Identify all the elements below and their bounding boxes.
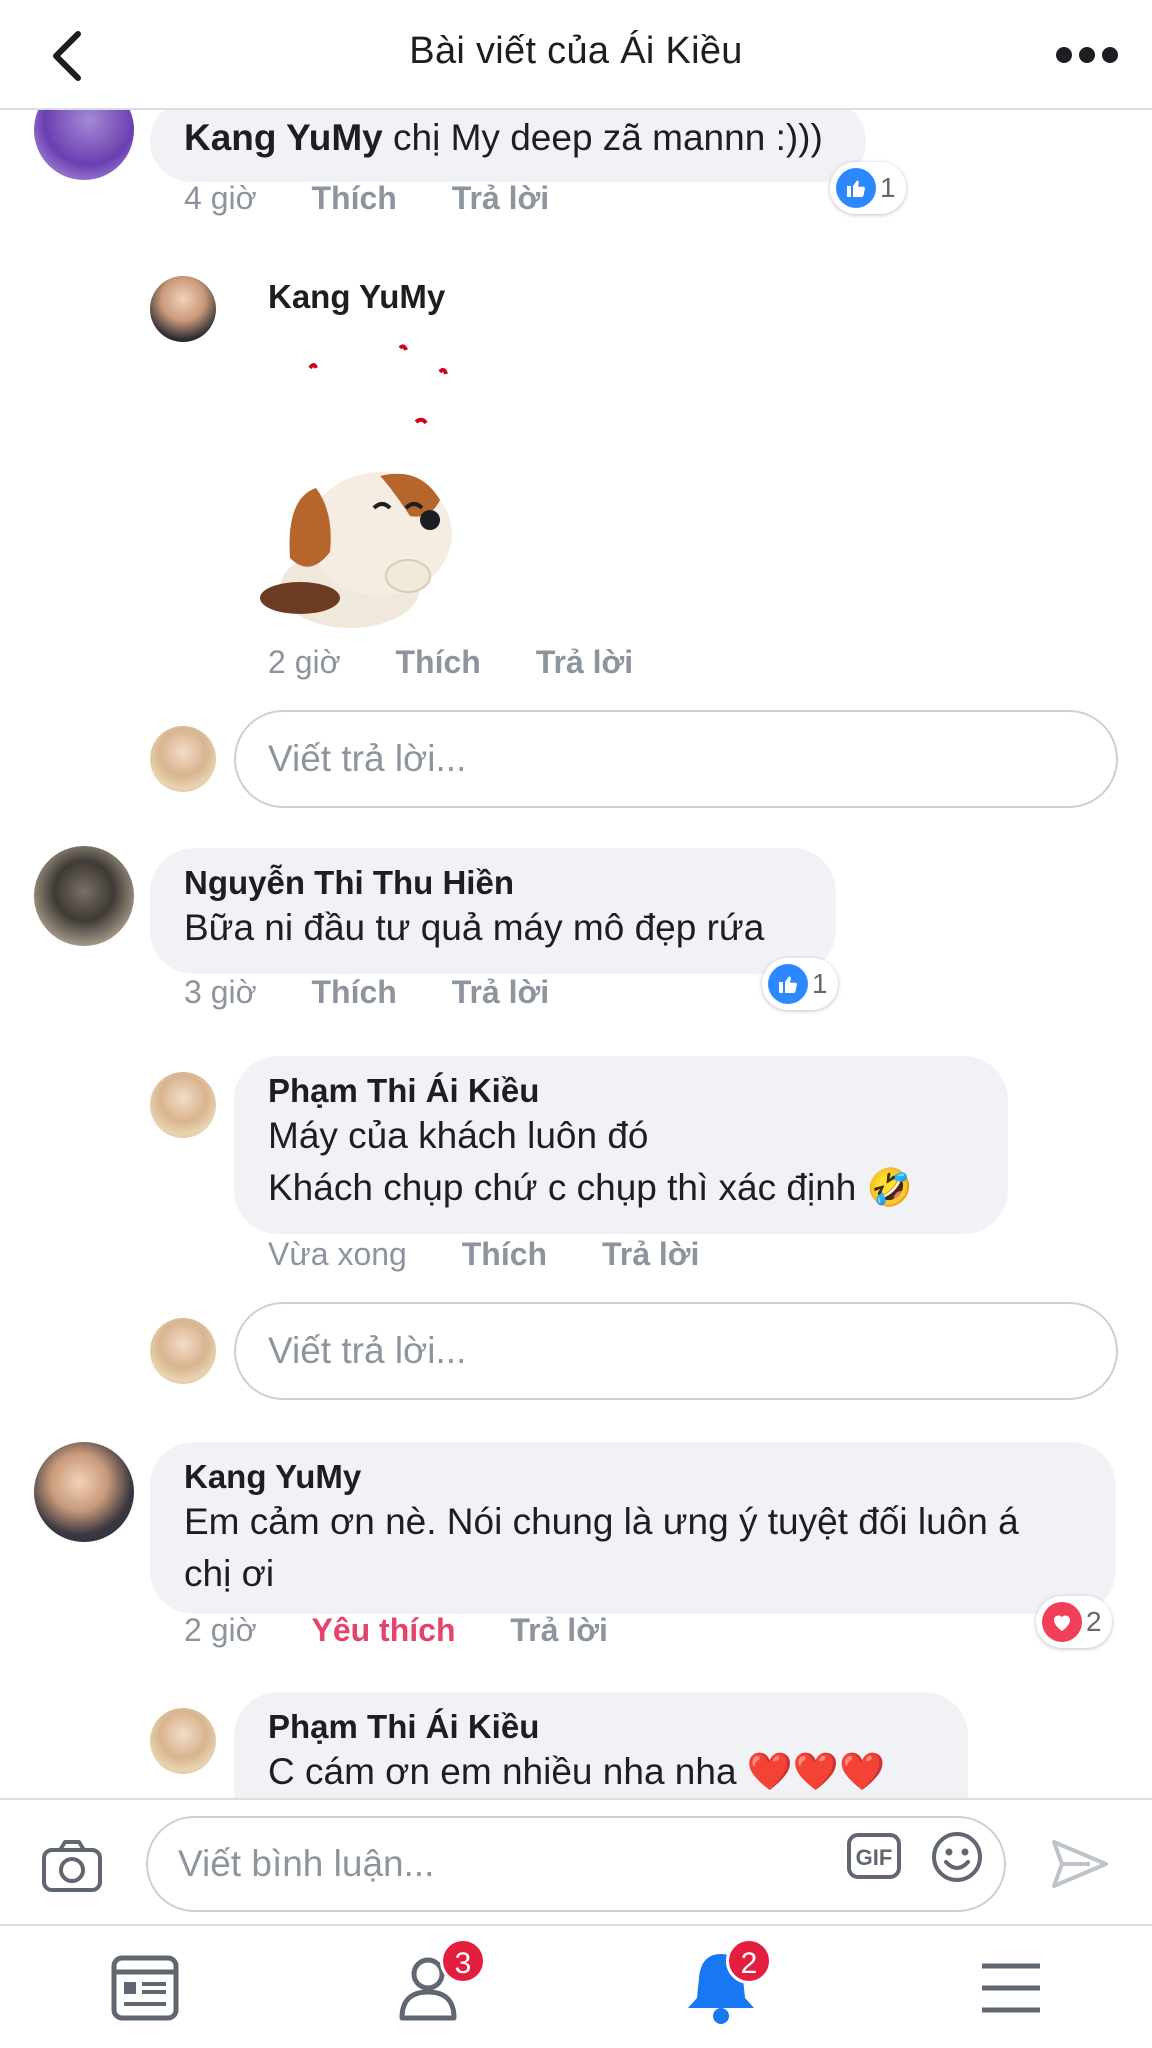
comment-meta: 2 giờ Thích Trả lời xyxy=(268,644,633,681)
comment-time: Vừa xong xyxy=(268,1236,407,1272)
reaction-summary[interactable]: 1 xyxy=(830,162,906,214)
avatar[interactable] xyxy=(34,110,134,180)
avatar[interactable] xyxy=(34,846,134,946)
avatar[interactable] xyxy=(150,1072,216,1138)
friends-badge: 3 xyxy=(440,1938,486,1984)
comment-meta: Vừa xong Thích Trả lời xyxy=(268,1236,699,1273)
like-icon xyxy=(836,168,876,208)
comment-text-line: chị ơi xyxy=(184,1553,275,1594)
more-options-button[interactable] xyxy=(1052,30,1122,80)
bottom-nav: 3 2 xyxy=(0,1924,1152,2048)
dog-sticker xyxy=(230,338,490,638)
like-button[interactable]: Thích xyxy=(462,1236,547,1273)
heart-icon xyxy=(1042,1602,1082,1642)
comment-author[interactable]: Kang YuMy xyxy=(268,278,445,316)
reply-button[interactable]: Trả lời xyxy=(536,644,633,681)
top-bar: Bài viết của Ái Kiều xyxy=(0,0,1152,110)
comment-bubble: Nguyễn Thi Thu Hiền Bữa ni đầu tư quả má… xyxy=(150,848,836,974)
nav-friend-requests[interactable]: 3 xyxy=(390,1938,486,2030)
notifications-badge: 2 xyxy=(726,1938,772,1984)
camera-icon xyxy=(42,1840,102,1892)
avatar[interactable] xyxy=(150,276,216,342)
comment-bubble: Phạm Thi Ái Kiều Máy của khách luôn đó K… xyxy=(234,1056,1008,1234)
like-button[interactable]: Thích xyxy=(311,180,396,217)
comment-meta: 4 giờ Thích Trả lời xyxy=(184,180,549,217)
hamburger-menu-icon xyxy=(982,1963,1040,2013)
more-dots-icon xyxy=(1056,47,1118,63)
comment-text: C cám ơn em nhiều nha nha ❤️❤️❤️ xyxy=(268,1751,886,1792)
emoji-button[interactable] xyxy=(930,1830,984,1884)
smiley-icon xyxy=(932,1832,982,1882)
comments-feed[interactable]: Kang YuMy chị My deep zã mannn :))) 4 gi… xyxy=(0,110,1152,1798)
reaction-summary[interactable]: 1 xyxy=(762,958,838,1010)
nav-news-feed[interactable] xyxy=(100,1946,190,2030)
comment-text-line: Máy của khách luôn đó xyxy=(268,1115,649,1156)
comment-time: 4 giờ xyxy=(184,180,257,216)
comment-author[interactable]: Kang YuMy xyxy=(184,1458,1082,1496)
avatar[interactable] xyxy=(150,1708,216,1774)
like-button[interactable]: Thích xyxy=(395,644,480,681)
reaction-summary[interactable]: 2 xyxy=(1036,1596,1112,1648)
comment-meta: 2 giờ Yêu thích Trả lời xyxy=(184,1612,608,1649)
reply-button[interactable]: Trả lời xyxy=(510,1612,607,1649)
comment-author[interactable]: Nguyễn Thi Thu Hiền xyxy=(184,864,802,902)
my-avatar xyxy=(150,726,216,792)
avatar[interactable] xyxy=(34,1442,134,1542)
reaction-count: 2 xyxy=(1086,1606,1102,1637)
news-feed-icon xyxy=(111,1955,179,2021)
nav-menu[interactable] xyxy=(966,1946,1056,2030)
camera-button[interactable] xyxy=(40,1838,104,1894)
reaction-count: 1 xyxy=(880,172,896,203)
like-button[interactable]: Thích xyxy=(311,974,396,1011)
comment-author[interactable]: Phạm Thi Ái Kiều xyxy=(268,1072,974,1110)
reply-button[interactable]: Trả lời xyxy=(452,974,549,1011)
comment-time: 3 giờ xyxy=(184,974,257,1010)
comment-composer: Viết bình luận... GIF xyxy=(0,1798,1152,1924)
comment-author[interactable]: Kang YuMy xyxy=(184,117,383,158)
reply-input[interactable]: Viết trả lời... xyxy=(234,710,1118,808)
page-title: Bài viết của Ái Kiều xyxy=(409,30,743,72)
comment-text-line: Khách chụp chứ c chụp thì xác định 🤣 xyxy=(268,1167,913,1208)
send-button[interactable] xyxy=(1050,1836,1110,1892)
comment-text-line: Em cảm ơn nè. Nói chung là ưng ý tuyệt đ… xyxy=(184,1501,1019,1542)
comment-text: chị My deep zã mannn :))) xyxy=(393,117,823,158)
gif-button[interactable]: GIF xyxy=(846,1832,902,1880)
comment-time: 2 giờ xyxy=(184,1612,257,1648)
reply-input[interactable]: Viết trả lời... xyxy=(234,1302,1118,1400)
comment-bubble: Kang YuMy chị My deep zã mannn :))) xyxy=(150,110,866,182)
reply-button[interactable]: Trả lời xyxy=(602,1236,699,1273)
comment-time: 2 giờ xyxy=(268,644,341,680)
svg-text:GIF: GIF xyxy=(856,1845,893,1870)
my-avatar xyxy=(150,1318,216,1384)
love-button[interactable]: Yêu thích xyxy=(311,1612,455,1649)
like-icon xyxy=(768,964,808,1004)
gif-icon: GIF xyxy=(847,1833,901,1879)
reply-button[interactable]: Trả lời xyxy=(452,180,549,217)
comment-bubble: Kang YuMy Em cảm ơn nè. Nói chung là ưng… xyxy=(150,1442,1116,1614)
comment-bubble: Phạm Thi Ái Kiều C cám ơn em nhiều nha n… xyxy=(234,1692,968,1798)
comment-author[interactable]: Phạm Thi Ái Kiều xyxy=(268,1708,934,1746)
comment-meta: 3 giờ Thích Trả lời xyxy=(184,974,549,1011)
send-icon xyxy=(1052,1840,1108,1888)
comment-text: Bữa ni đầu tư quả máy mô đẹp rứa xyxy=(184,907,765,948)
reaction-count: 1 xyxy=(812,968,828,999)
nav-notifications[interactable]: 2 xyxy=(676,1938,772,2030)
